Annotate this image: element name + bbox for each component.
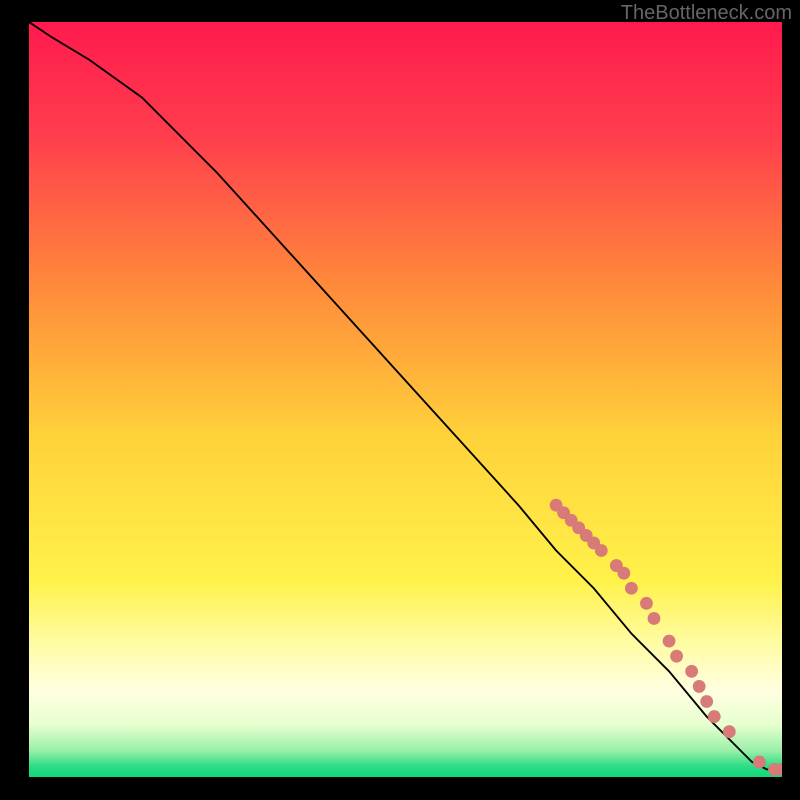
data-marker — [663, 635, 676, 648]
data-marker — [685, 665, 698, 678]
data-marker — [753, 755, 766, 768]
markers-group — [550, 499, 782, 776]
data-marker — [693, 680, 706, 693]
data-marker — [595, 544, 608, 557]
watermark-text: TheBottleneck.com — [621, 2, 792, 25]
curve-line — [29, 22, 782, 769]
data-marker — [723, 725, 736, 738]
data-marker — [640, 597, 653, 610]
data-marker — [648, 612, 661, 625]
data-marker — [625, 582, 638, 595]
data-marker — [617, 567, 630, 580]
data-marker — [708, 710, 721, 723]
data-marker — [700, 695, 713, 708]
plot-area — [29, 22, 782, 777]
data-marker — [670, 650, 683, 663]
chart-svg — [29, 22, 782, 777]
